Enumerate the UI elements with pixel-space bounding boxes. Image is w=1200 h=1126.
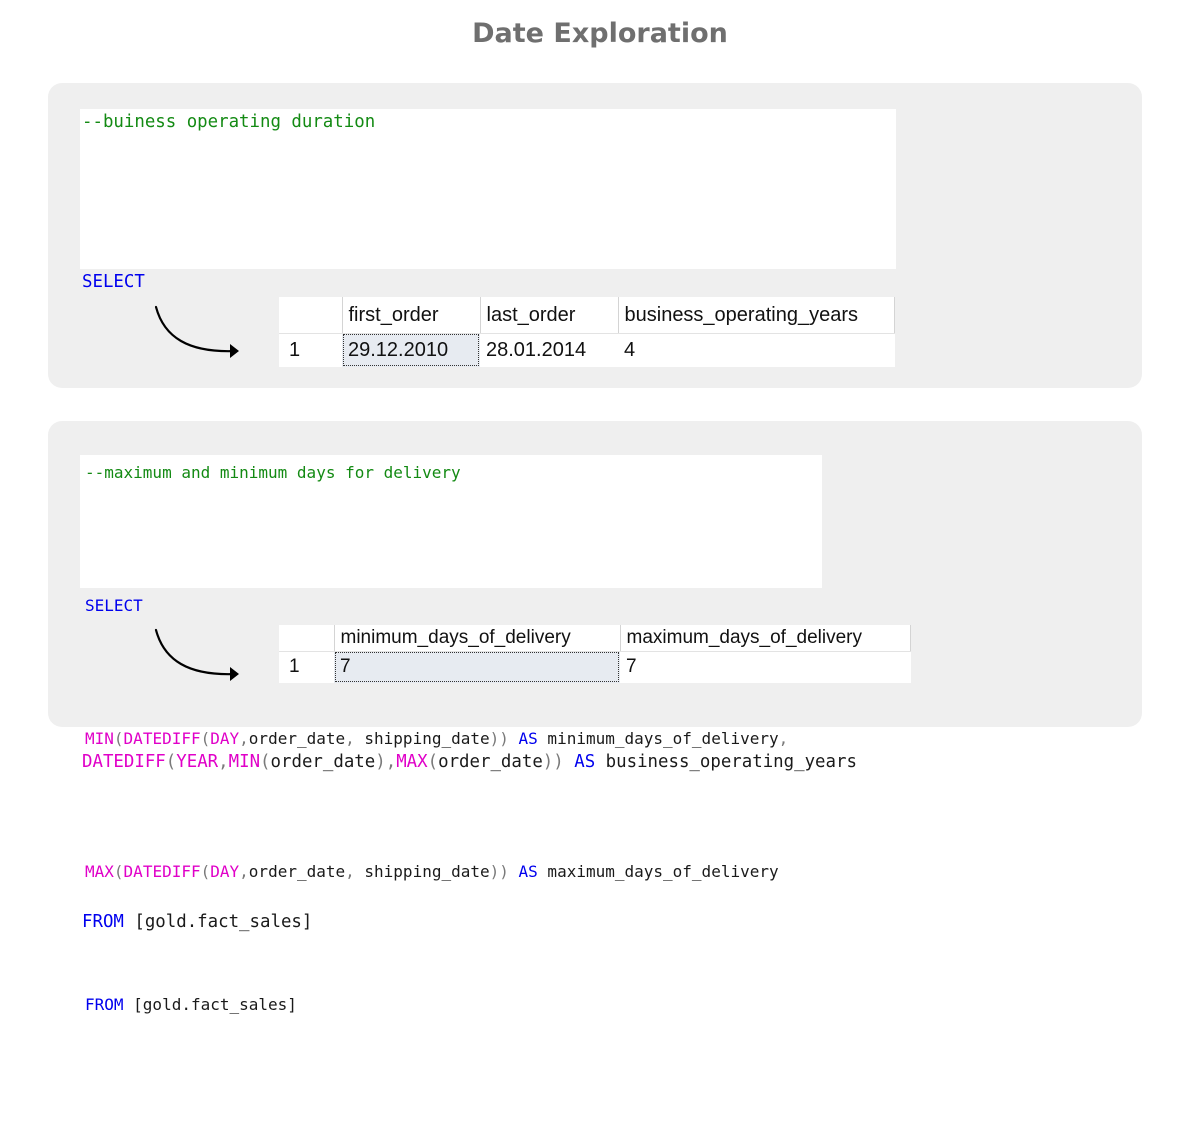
sql-keyword: SELECT [82, 272, 145, 292]
sql-function: MIN [85, 729, 114, 748]
sql-code-block-1[interactable]: --buiness operating durationSELECTFORMAT… [80, 109, 896, 932]
sql-comment: --buiness operating duration [82, 112, 376, 132]
code-line: --maximum and minimum days for delivery [85, 461, 822, 594]
sql-identifier: minimum_days_of_delivery [537, 729, 779, 748]
sql-function: MAX [85, 862, 114, 881]
column-header-maximum-days-of-delivery[interactable]: maximum_days_of_delivery [620, 625, 911, 652]
code-line: MIN(DATEDIFF(DAY,order_date, shipping_da… [85, 727, 822, 860]
table-row[interactable]: 1 7 7 [279, 651, 910, 683]
sql-function: DATEDIFF [123, 862, 201, 881]
sql-identifier: shipping_date [354, 862, 490, 881]
column-header-business-operating-years[interactable]: business_operating_years [618, 297, 895, 334]
sql-punctuation: ( [113, 729, 124, 748]
row-number-header [279, 625, 335, 652]
sql-punctuation: , [778, 729, 789, 748]
sql-identifier: maximum_days_of_delivery [537, 862, 779, 881]
cell-first-order[interactable]: 29.12.2010 [342, 333, 480, 367]
sql-code-block-2[interactable]: --maximum and minimum days for delivery S… [80, 455, 822, 1014]
sql-punctuation: , [239, 862, 249, 881]
cell-business-operating-years[interactable]: 4 [618, 333, 894, 367]
sql-identifier: shipping_date [354, 729, 490, 748]
table-row[interactable]: 1 29.12.2010 28.01.2014 4 [279, 333, 894, 367]
row-number[interactable]: 1 [279, 651, 334, 683]
cell-maximum-days-of-delivery[interactable]: 7 [620, 651, 910, 683]
sql-keyword: FROM [85, 995, 124, 1014]
sql-punctuation: )) [489, 729, 509, 748]
sql-function: DAY [210, 862, 240, 881]
column-header-minimum-days-of-delivery[interactable]: minimum_days_of_delivery [334, 625, 621, 652]
cell-last-order[interactable]: 28.01.2014 [480, 333, 618, 367]
sql-punctuation: )) [489, 862, 509, 881]
row-number[interactable]: 1 [279, 333, 342, 367]
query-panel-1: --buiness operating durationSELECTFORMAT… [48, 83, 1142, 932]
sql-punctuation: ( [200, 862, 211, 881]
sql-keyword: AS [518, 729, 538, 748]
results-grid-2[interactable]: minimum_days_of_delivery maximum_days_of… [279, 625, 911, 683]
sql-keyword: SELECT [85, 596, 143, 615]
curved-arrow-icon [154, 305, 239, 358]
sql-punctuation: , [345, 729, 355, 748]
sql-punctuation: , [345, 862, 355, 881]
column-header-last-order[interactable]: last_order [480, 297, 619, 334]
sql-identifier: [gold.fact_sales] [123, 995, 297, 1014]
sql-keyword: AS [518, 862, 538, 881]
sql-identifier: order_date [248, 862, 346, 881]
code-line: FROM [gold.fact_sales] [85, 993, 822, 1126]
sql-identifier: order_date [248, 729, 346, 748]
sql-comment: --maximum and minimum days for delivery [85, 463, 461, 482]
sql-identifier [509, 729, 519, 748]
sql-punctuation: ( [113, 862, 124, 881]
code-line: MAX(DATEDIFF(DAY,order_date, shipping_da… [85, 860, 822, 993]
sql-punctuation: , [239, 729, 249, 748]
column-header-first-order[interactable]: first_order [342, 297, 481, 334]
page-title: Date Exploration [472, 18, 728, 49]
sql-identifier [509, 862, 519, 881]
curved-arrow-icon [154, 628, 239, 681]
cell-minimum-days-of-delivery[interactable]: 7 [334, 651, 620, 683]
results-header-row: minimum_days_of_delivery maximum_days_of… [279, 625, 911, 652]
results-grid-1[interactable]: first_order last_order business_operatin… [279, 297, 895, 367]
sql-function: DAY [210, 729, 240, 748]
query-panel-2: --maximum and minimum days for delivery S… [48, 421, 1142, 1014]
sql-function: DATEDIFF [123, 729, 201, 748]
sql-punctuation: ( [200, 729, 211, 748]
row-number-header [279, 297, 343, 334]
results-header-row: first_order last_order business_operatin… [279, 297, 895, 334]
code-line: --buiness operating duration [82, 110, 896, 270]
